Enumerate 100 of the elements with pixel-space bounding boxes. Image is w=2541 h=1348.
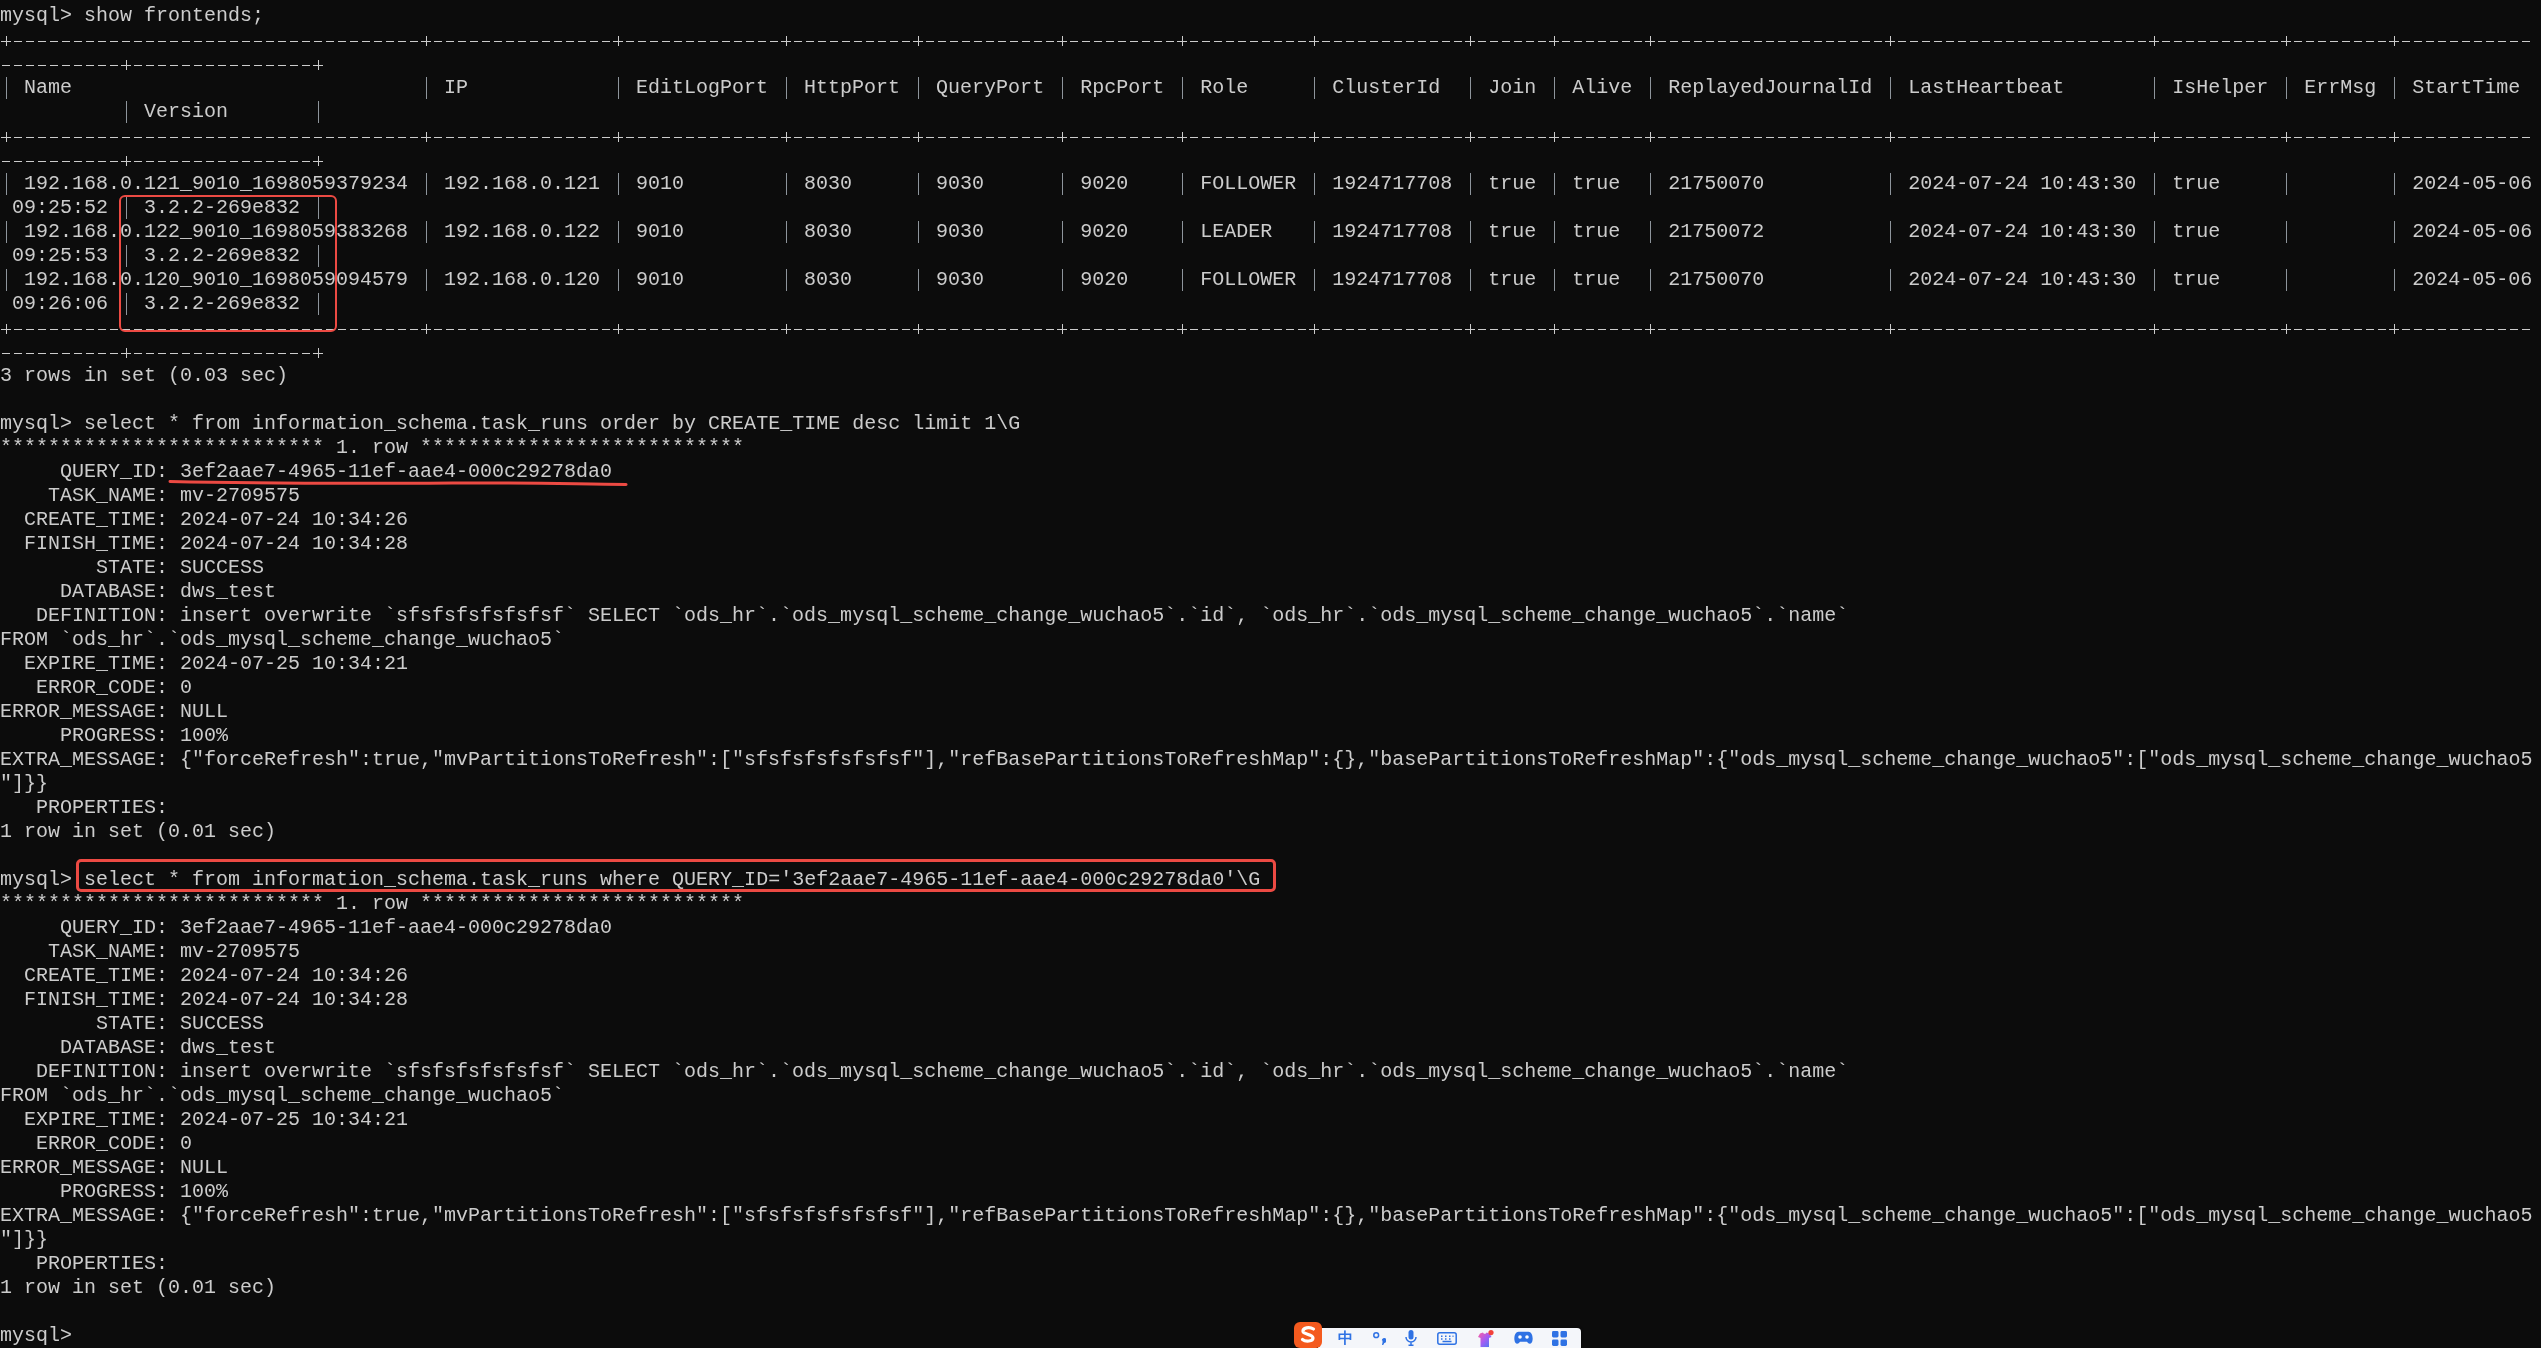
field-value: 0 [180, 676, 193, 700]
field-label: PROPERTIES: [36, 796, 168, 820]
keyboard-icon[interactable] [1436, 1331, 1457, 1345]
table-cell: 3.2.2-269e832 [144, 244, 301, 268]
table-cell: true [1488, 172, 1537, 196]
table-cell: 2024-07-24 10:43:30 [1908, 268, 2137, 292]
table-cell: 09:26:06 [12, 292, 108, 316]
punctuation-icon[interactable] [1372, 1331, 1386, 1345]
field-value: "]}} [0, 772, 48, 796]
field-value: {"forceRefresh":true,"mvPartitionsToRefresh":["sfsfsfsfsfsfsf"],"refBasePartitionsToRefreshMap":{},"basePartitionsToRefreshMap":{"ods_mysql_scheme_change_wuchao5":["ods_mysql_scheme_change_wuchao5 [180, 1204, 2533, 1228]
field-value: SUCCESS [180, 556, 265, 580]
field-label: EXTRA_MESSAGE: [0, 1204, 168, 1228]
column-header: StartTime [2412, 76, 2521, 100]
field-value: NULL [180, 700, 229, 724]
column-header: RpcPort [1080, 76, 1165, 100]
field-label: DEFINITION: [36, 604, 168, 628]
field-label: EXPIRE_TIME: [24, 652, 168, 676]
table-cell: 192.168.0.121_9010_1698059379234 [24, 172, 409, 196]
table-cell: 9030 [936, 220, 985, 244]
table-cell: 9030 [936, 172, 985, 196]
table-cell: 9020 [1080, 268, 1129, 292]
field-value: 100% [180, 724, 229, 748]
table-cell: 8030 [804, 172, 853, 196]
table-cell: true [2172, 172, 2221, 196]
command-text: show frontends; [84, 4, 265, 28]
table-cell: 21750070 [1668, 172, 1765, 196]
table-cell: true [2172, 268, 2221, 292]
field-value: FROM `ods_hr`.`ods_mysql_scheme_change_wuchao5` [0, 628, 565, 652]
field-label: TASK_NAME: [48, 940, 168, 964]
microphone-icon[interactable] [1405, 1330, 1417, 1346]
input-mode-toggle[interactable]: 中 [1338, 1329, 1353, 1347]
column-header: ReplayedJournalId [1668, 76, 1873, 100]
table-cell: 9010 [636, 220, 685, 244]
table-cell: true [2172, 220, 2221, 244]
table-cell: true [1572, 220, 1621, 244]
column-header: EditLogPort [636, 76, 769, 100]
status-message: 1 row in set (0.01 sec) [0, 820, 277, 844]
field-value: dws_test [180, 1036, 277, 1060]
field-label: FINISH_TIME: [24, 988, 168, 1012]
table-cell: 192.168.0.121 [444, 172, 601, 196]
field-label: ERROR_MESSAGE: [0, 1156, 168, 1180]
table-cell: 9020 [1080, 172, 1129, 196]
table-cell: 1924717708 [1332, 172, 1453, 196]
table-cell: 1924717708 [1332, 268, 1453, 292]
table-cell: LEADER [1200, 220, 1273, 244]
prompt-label: mysql> [0, 868, 72, 892]
field-value: 2024-07-24 10:34:26 [180, 508, 409, 532]
column-header: ErrMsg [2304, 76, 2377, 100]
field-label: STATE: [96, 556, 168, 580]
field-value: FROM `ods_hr`.`ods_mysql_scheme_change_wuchao5` [0, 1084, 565, 1108]
logo-icon[interactable] [1294, 1322, 1322, 1348]
table-cell: 2024-05-06 [2412, 172, 2533, 196]
table-cell: 2024-07-24 10:43:30 [1908, 172, 2137, 196]
field-label: EXTRA_MESSAGE: [0, 748, 168, 772]
column-header: Join [1488, 76, 1537, 100]
field-value: SUCCESS [180, 1012, 265, 1036]
column-header: Name [24, 76, 72, 100]
grid-icon[interactable] [1552, 1330, 1567, 1346]
field-label: QUERY_ID: [60, 460, 168, 484]
prompt-label: mysql> [0, 1324, 72, 1348]
table-cell: FOLLOWER [1200, 172, 1297, 196]
column-header: QueryPort [936, 76, 1045, 100]
record-header: *************************** 1. row *************************** [0, 892, 745, 916]
table-cell: true [1572, 268, 1621, 292]
table-cell: 1924717708 [1332, 220, 1453, 244]
column-header: IsHelper [2172, 76, 2269, 100]
table-cell: 8030 [804, 268, 853, 292]
field-value: 2024-07-24 10:34:28 [180, 532, 409, 556]
field-label: PROGRESS: [60, 724, 168, 748]
field-label: DATABASE: [60, 1036, 168, 1060]
field-label: QUERY_ID: [60, 916, 168, 940]
field-value: insert overwrite `sfsfsfsfsfsfsf` SELECT `ods_hr`.`ods_mysql_scheme_change_wuchao5`.`id`, `ods_hr`.`ods_mysql_scheme_change_wuchao5`.`name` [180, 1060, 1849, 1084]
field-label: PROGRESS: [60, 1180, 168, 1204]
field-label: CREATE_TIME: [24, 508, 168, 532]
field-value: 3ef2aae7-4965-11ef-aae4-000c29278da0 [180, 460, 613, 484]
field-label: FINISH_TIME: [24, 532, 168, 556]
field-value: 2024-07-24 10:34:26 [180, 964, 409, 988]
gamepad-icon[interactable] [1513, 1331, 1533, 1345]
field-label: ERROR_MESSAGE: [0, 700, 168, 724]
table-cell: 8030 [804, 220, 853, 244]
table-cell: FOLLOWER [1200, 268, 1297, 292]
field-value: 100% [180, 1180, 229, 1204]
command-text: select * from information_schema.task_runs where QUERY_ID='3ef2aae7-4965-11ef-aae4-000c29278da0'\G [84, 868, 1261, 892]
field-value: "]}} [0, 1228, 48, 1252]
record-header: *************************** 1. row *************************** [0, 436, 745, 460]
field-label: EXPIRE_TIME: [24, 1108, 168, 1132]
field-label: TASK_NAME: [48, 484, 168, 508]
table-cell: true [1572, 172, 1621, 196]
field-value: insert overwrite `sfsfsfsfsfsfsf` SELECT `ods_hr`.`ods_mysql_scheme_change_wuchao5`.`id`, `ods_hr`.`ods_mysql_scheme_change_wuchao5`.`name` [180, 604, 1849, 628]
shirt-icon[interactable] [1476, 1329, 1494, 1347]
table-cell: 09:25:53 [12, 244, 108, 268]
field-label: PROPERTIES: [36, 1252, 168, 1276]
status-message: 1 row in set (0.01 sec) [0, 1276, 277, 1300]
table-cell: true [1488, 220, 1537, 244]
prompt-label: mysql> [0, 412, 72, 436]
table-cell: 9010 [636, 172, 685, 196]
field-label: CREATE_TIME: [24, 964, 168, 988]
field-label: ERROR_CODE: [36, 1132, 168, 1156]
field-value: 2024-07-25 10:34:21 [180, 1108, 409, 1132]
field-value: 3ef2aae7-4965-11ef-aae4-000c29278da0 [180, 916, 613, 940]
